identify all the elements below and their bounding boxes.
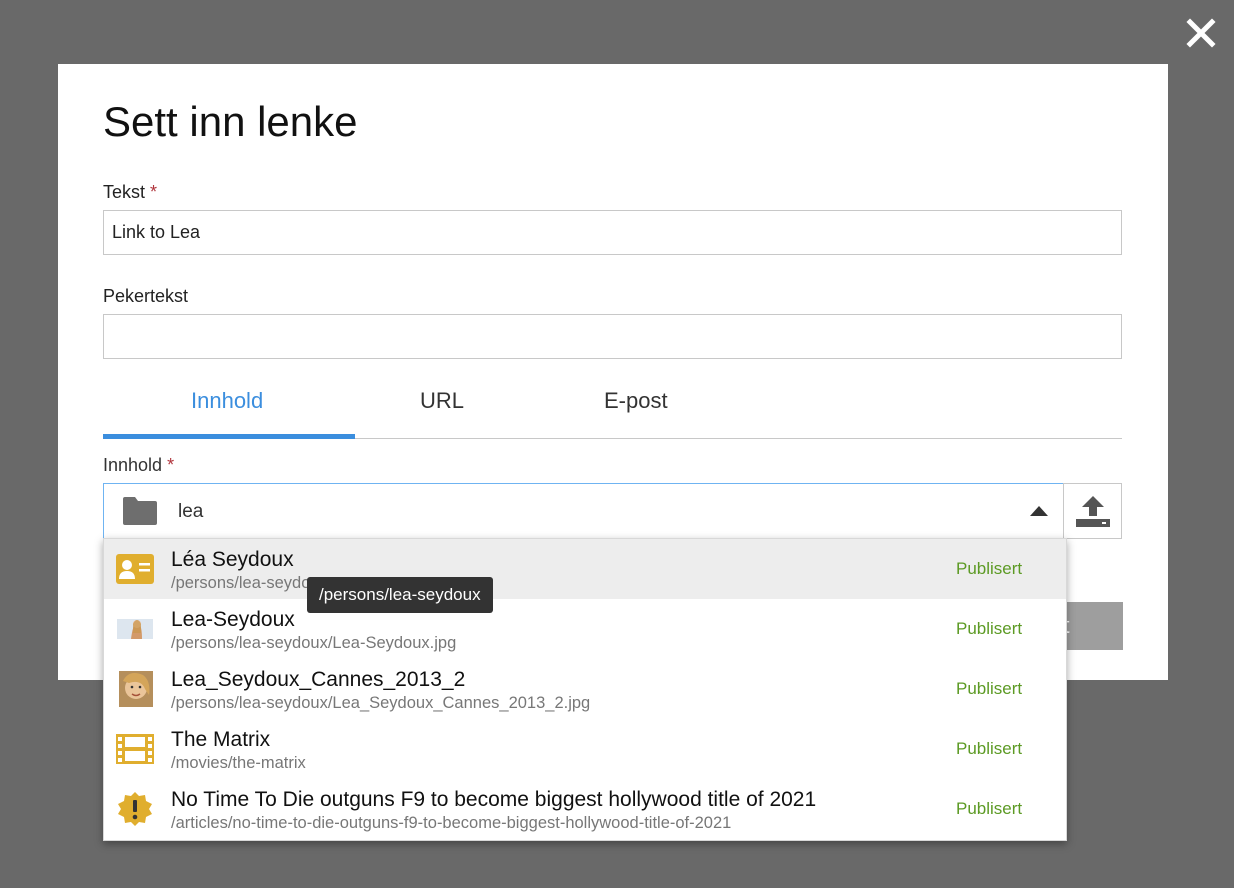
content-combobox[interactable] [103,483,1064,539]
text-input[interactable] [103,210,1122,255]
tab-e-post[interactable]: E-post [604,388,668,414]
status-badge: Publisert [956,799,1023,818]
active-tab-indicator [103,434,355,439]
path-tooltip: /persons/lea-seydoux [307,577,493,613]
option-path: /articles/no-time-to-die-outguns-f9-to-b… [171,814,732,832]
status-badge: Publisert [956,559,1023,578]
list-item[interactable]: The Matrix /movies/the-matrix Publisert [104,719,1066,779]
status-badge: Publisert [956,619,1023,638]
option-path: /persons/lea-seydoux/Lea-Seydoux.jpg [171,634,457,652]
option-name: Léa Seydoux [171,548,294,571]
content-search-input[interactable] [178,498,978,526]
person-card-icon [116,554,154,584]
status-badge: Publisert [956,739,1023,758]
tab-innhold[interactable]: Innhold [191,388,263,414]
image-thumbnail-icon [117,619,153,639]
option-name: The Matrix [171,728,271,751]
list-item[interactable]: Lea-Seydoux /persons/lea-seydoux/Lea-Sey… [104,599,1066,659]
upload-icon [1076,496,1110,527]
upload-button[interactable] [1063,483,1122,539]
option-path: /persons/lea-seydoux/Lea_Seydoux_Cannes_… [171,694,591,712]
list-item[interactable]: No Time To Die outguns F9 to become bigg… [104,779,1066,839]
film-icon [116,734,154,764]
close-icon [1186,18,1216,48]
link-type-tabs: Innhold URL E-post [103,374,1122,439]
option-path: /persons/lea-seydoux [171,574,328,592]
option-name: Lea_Seydoux_Cannes_2013_2 [171,668,466,691]
portrait-thumbnail-icon [119,671,153,707]
folder-icon [123,497,157,525]
tooltip-input[interactable] [103,314,1122,359]
required-mark: * [150,182,158,202]
caret-up-icon[interactable] [1030,506,1048,516]
tooltip-field-label: Pekertekst [103,286,189,306]
option-name: No Time To Die outguns F9 to become bigg… [171,788,817,811]
dialog-title: Sett inn lenke [103,98,358,145]
close-dialog-button[interactable] [1184,16,1218,50]
required-mark: * [167,455,175,475]
option-path: /movies/the-matrix [171,754,306,772]
option-name: Lea-Seydoux [171,608,295,631]
content-suggestions-list: Léa Seydoux /persons/lea-seydoux Publise… [103,538,1067,841]
alert-badge-icon [118,792,152,826]
list-item[interactable]: Léa Seydoux /persons/lea-seydoux Publise… [104,539,1066,599]
content-field-label: Innhold * [103,455,175,475]
tab-url[interactable]: URL [420,388,464,414]
status-badge: Publisert [956,679,1023,698]
text-field-label: Tekst * [103,182,158,202]
list-item[interactable]: Lea_Seydoux_Cannes_2013_2 /persons/lea-s… [104,659,1066,719]
